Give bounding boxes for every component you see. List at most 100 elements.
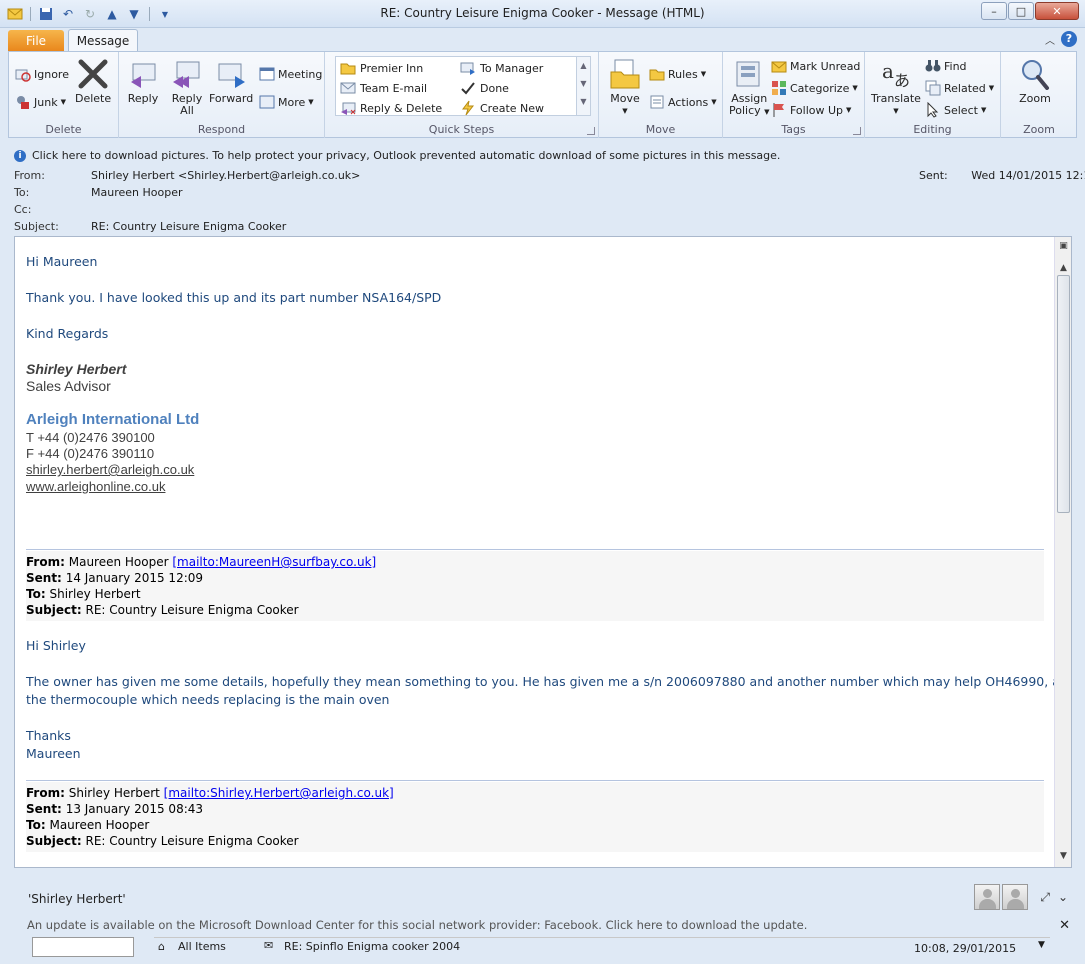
quickstep-reply-delete[interactable]: Reply & Delete <box>340 100 442 116</box>
quote1-name: Maureen <box>26 746 81 761</box>
signature-website-link[interactable]: www.arleighonline.co.uk <box>26 479 165 494</box>
forward-button[interactable]: Forward <box>209 58 253 105</box>
ignore-icon <box>15 69 31 82</box>
scroll-down-arrow-icon[interactable]: ▼ <box>1058 851 1069 862</box>
ignore-button[interactable]: Ignore <box>15 66 69 82</box>
signature-email-link[interactable]: shirley.herbert@arleigh.co.uk <box>26 462 194 477</box>
zoom-group-label: Zoom <box>1023 123 1055 136</box>
quickstep-team-email[interactable]: Team E-mail <box>340 80 427 96</box>
quote-sent-value: 14 January 2015 12:09 <box>65 571 204 585</box>
people-pane-controls: ⤢ ⌄ <box>1040 890 1068 905</box>
tab-file[interactable]: File <box>8 30 64 52</box>
reply-all-label-2: All <box>180 104 194 117</box>
scroll-up-arrow-icon[interactable]: ▲ <box>1058 263 1069 274</box>
social-update-notice[interactable]: An update is available on the Microsoft … <box>27 918 807 932</box>
related-icon <box>925 80 941 96</box>
close-button[interactable]: ✕ <box>1035 2 1079 20</box>
quickstep-folder-icon <box>340 63 356 75</box>
more-respond-button[interactable]: More ▼ <box>259 94 314 110</box>
scroll-down-icon[interactable]: ▼ <box>577 75 590 93</box>
close-notice-icon[interactable]: ✕ <box>1059 918 1070 933</box>
subject-label: Subject: <box>14 220 59 233</box>
restore-button[interactable]: □ <box>1008 2 1034 20</box>
people-pane: 'Shirley Herbert' ⤢ ⌄ An update is avail… <box>14 880 1072 942</box>
people-pane-contact-name[interactable]: 'Shirley Herbert' <box>28 892 126 906</box>
junk-label: Junk <box>34 95 58 109</box>
scroll-up-icon[interactable]: ▲ <box>577 57 590 75</box>
reply-label: Reply <box>127 92 159 105</box>
scroll-down-arrow-icon[interactable]: ▼ <box>1038 940 1045 950</box>
quote-sent-label: Sent: <box>26 802 62 816</box>
chevron-down-icon: ▼ <box>622 107 628 115</box>
follow-up-button[interactable]: Follow Up ▼ <box>771 102 851 118</box>
quick-steps-scroll[interactable]: ▲ ▼ ▼ <box>576 57 590 115</box>
select-button[interactable]: Select ▼ <box>925 102 986 118</box>
signature-name: Shirley Herbert <box>26 361 127 377</box>
minimize-button[interactable]: – <box>981 2 1007 20</box>
quickstep-label: Reply & Delete <box>360 101 443 115</box>
delete-group-label: Delete <box>45 123 82 136</box>
quickstep-premier-inn[interactable]: Premier Inn <box>340 60 423 76</box>
help-icon[interactable]: ? <box>1061 31 1077 47</box>
quickstep-label: Premier Inn <box>360 61 424 75</box>
quickstep-forward-icon <box>460 62 475 75</box>
delete-button[interactable]: Delete <box>75 58 111 105</box>
find-button[interactable]: Find <box>925 58 967 74</box>
expand-gallery-icon[interactable]: ▼ <box>577 93 590 111</box>
from-label: From: <box>14 169 45 182</box>
meeting-button[interactable]: Meeting <box>259 66 322 82</box>
quickstep-done[interactable]: Done <box>460 80 509 96</box>
move-label: Move <box>610 92 640 105</box>
chevron-down-icon[interactable]: ⌄ <box>1058 890 1068 905</box>
scrollbar-thumb[interactable] <box>1057 275 1070 513</box>
from-value[interactable]: Shirley Herbert <Shirley.Herbert@arleigh… <box>91 169 360 182</box>
zoom-button[interactable]: Zoom <box>1019 58 1051 105</box>
body-scrollbar[interactable]: ▣ ▲ ▼ <box>1054 237 1071 867</box>
delete-group: Ignore Junk ▼ Delete Delete <box>9 52 119 138</box>
quick-steps-launcher-icon[interactable] <box>587 127 595 135</box>
minimize-ribbon-icon[interactable]: ︿ <box>1045 32 1055 47</box>
junk-button[interactable]: Junk ▼ <box>15 94 66 110</box>
chevron-down-icon: ▼ <box>711 98 717 106</box>
expand-pane-icon[interactable]: ⤢ <box>1040 890 1050 905</box>
move-button[interactable]: Move ▼ <box>609 58 641 117</box>
message-body[interactable]: Hi Maureen Thank you. I have looked this… <box>14 236 1072 868</box>
categorize-button[interactable]: Categorize ▼ <box>771 80 858 96</box>
avatar[interactable] <box>1002 884 1028 910</box>
tags-launcher-icon[interactable] <box>853 127 861 135</box>
quickstep-create-new[interactable]: Create New <box>460 100 544 116</box>
tab-all-items[interactable]: All Items <box>178 940 226 953</box>
more-icon <box>259 95 275 109</box>
quote2-sent: Sent: 13 January 2015 08:43 <box>26 802 203 816</box>
reply-button[interactable]: Reply <box>127 58 159 105</box>
mark-unread-button[interactable]: Mark Unread <box>771 58 860 74</box>
delete-x-icon <box>78 59 108 89</box>
activity-item-subject[interactable]: RE: Spinflo Enigma cooker 2004 <box>284 940 460 953</box>
assign-policy-button[interactable]: Assign Policy ▼ <box>729 58 770 118</box>
meeting-calendar-icon <box>259 67 275 81</box>
chevron-down-icon: ▼ <box>764 108 770 116</box>
chevron-down-icon: ▼ <box>846 106 852 114</box>
reply-all-button[interactable]: Reply All <box>171 58 203 117</box>
download-pictures-infobar[interactable]: i Click here to download pictures. To he… <box>14 149 780 162</box>
to-value[interactable]: Maureen Hooper <box>91 186 183 199</box>
signature-company: Arleigh International Ltd <box>26 411 200 428</box>
subject-value: RE: Country Leisure Enigma Cooker <box>91 220 287 233</box>
quickstep-to-manager[interactable]: To Manager <box>460 60 543 76</box>
tab-message[interactable]: Message <box>68 29 138 53</box>
quote-mailto-link[interactable]: [mailto:Shirley.Herbert@arleigh.co.uk] <box>164 786 394 800</box>
avatar[interactable] <box>974 884 1000 910</box>
chevron-down-icon: ▼ <box>980 106 987 114</box>
rules-button[interactable]: Rules ▼ <box>649 66 706 82</box>
chevron-down-icon: ▼ <box>988 84 995 92</box>
quickstep-reply-delete-icon <box>341 102 356 115</box>
picture-placeholder-icon[interactable]: ▣ <box>1058 241 1069 252</box>
related-button[interactable]: Related ▼ <box>925 80 994 96</box>
activity-item-time: 10:08, 29/01/2015 <box>914 942 1017 955</box>
actions-button[interactable]: Actions ▼ <box>649 94 717 110</box>
translate-button[interactable]: aあ Translate ▼ <box>871 58 921 117</box>
quote-mailto-link[interactable]: [mailto:MaureenH@surfbay.co.uk] <box>172 555 376 569</box>
quote-subject-label: Subject: <box>26 834 82 848</box>
reply-all-icon <box>173 61 200 88</box>
select-cursor-icon <box>927 102 939 118</box>
